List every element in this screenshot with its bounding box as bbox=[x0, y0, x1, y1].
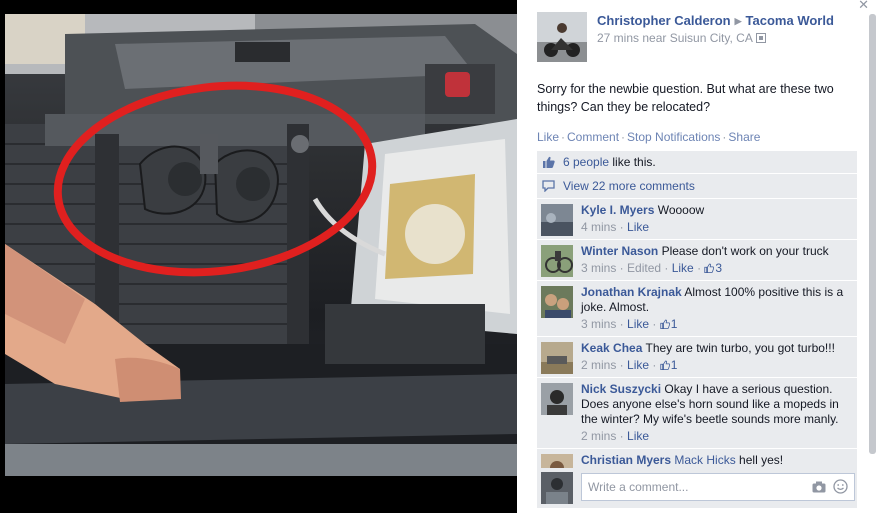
comment-meta: 3 mins · Like · 1 bbox=[581, 317, 678, 331]
comment-likes-count: 1 bbox=[670, 317, 678, 331]
photo-viewer bbox=[0, 0, 517, 513]
likes-count-link[interactable]: 6 people bbox=[563, 155, 609, 169]
like-action[interactable]: Like bbox=[537, 130, 559, 144]
camera-icon[interactable] bbox=[812, 481, 826, 493]
comment-item: Nick Suszycki Okay I have a serious ques… bbox=[537, 378, 857, 449]
comment-item: Kyle I. Myers Woooow 4 mins · Like bbox=[537, 199, 857, 240]
comment-meta: 2 mins · Like · 1 bbox=[581, 358, 678, 372]
comment-like-link[interactable]: Like bbox=[627, 317, 649, 331]
commenter-name[interactable]: Jonathan Krajnak bbox=[581, 285, 682, 299]
view-more-comments-link[interactable]: View 22 more comments bbox=[563, 179, 695, 193]
commenter-avatar[interactable] bbox=[541, 342, 573, 374]
commenter-name[interactable]: Nick Suszycki bbox=[581, 382, 661, 396]
engine-photo-illustration bbox=[5, 14, 517, 476]
comment-likes-count: 3 bbox=[715, 261, 723, 275]
comment-text: Please don't work on your truck bbox=[661, 244, 829, 258]
comment-meta: 3 mins · Edited · Like · 3 bbox=[581, 261, 723, 275]
comment-likes[interactable]: 3 bbox=[704, 261, 722, 275]
comment-time[interactable]: 2 mins bbox=[581, 429, 616, 443]
comment-meta: 4 mins · Like bbox=[581, 220, 650, 234]
post-text: Sorry for the newbie question. But what … bbox=[537, 82, 834, 114]
comment-time[interactable]: 3 mins bbox=[581, 317, 616, 331]
comment-input-box bbox=[581, 473, 855, 501]
comment-likes[interactable]: 1 bbox=[660, 358, 678, 372]
commenter-name[interactable]: Kyle I. Myers bbox=[581, 203, 654, 217]
comments-section: 6 people like this. View 22 more comment… bbox=[537, 151, 857, 471]
comment-meta: 2 mins · Like bbox=[581, 429, 650, 443]
post-photo[interactable] bbox=[5, 14, 517, 476]
post-actions: Like · Comment · Stop Notifications · Share bbox=[537, 130, 761, 144]
emoticon-icon[interactable] bbox=[833, 479, 848, 494]
commenter-avatar[interactable] bbox=[541, 245, 573, 277]
comment-text: hell yes! bbox=[735, 453, 784, 467]
likes-summary: 6 people like this. bbox=[537, 151, 857, 174]
comment-likes-count: 1 bbox=[670, 358, 678, 372]
post-author-line: Christopher Calderon ▶ Tacoma World bbox=[597, 13, 834, 28]
thumbs-up-icon bbox=[704, 263, 715, 273]
comment-time[interactable]: 4 mins bbox=[581, 220, 616, 234]
comment-like-link[interactable]: Like bbox=[672, 261, 694, 275]
likes-suffix: like this. bbox=[609, 155, 656, 169]
share-action[interactable]: Share bbox=[728, 130, 760, 144]
mentioned-user[interactable]: Mack Hicks bbox=[674, 453, 735, 467]
commenter-avatar[interactable] bbox=[541, 383, 573, 415]
comment-time[interactable]: 2 mins bbox=[581, 358, 616, 372]
commenter-avatar[interactable] bbox=[541, 204, 573, 236]
comment-text: They are twin turbo, you got turbo!!! bbox=[645, 341, 835, 355]
commenter-name[interactable]: Christian Myers bbox=[581, 453, 671, 467]
thumbs-up-icon bbox=[660, 319, 670, 329]
author-avatar[interactable] bbox=[537, 12, 587, 62]
comment-text: Woooow bbox=[657, 203, 705, 217]
thumbs-up-icon bbox=[660, 360, 670, 370]
scrollbar-thumb[interactable] bbox=[869, 14, 876, 454]
comment-action[interactable]: Comment bbox=[567, 130, 619, 144]
view-more-comments-row[interactable]: View 22 more comments bbox=[537, 174, 857, 199]
scrollbar[interactable] bbox=[869, 14, 876, 454]
comment-likes[interactable]: 1 bbox=[660, 317, 678, 331]
viewer-avatar[interactable] bbox=[541, 472, 573, 504]
arrow-right-icon: ▶ bbox=[734, 16, 742, 26]
commenter-avatar[interactable] bbox=[541, 286, 573, 318]
comment-like-link[interactable]: Like bbox=[627, 429, 649, 443]
audience-icon[interactable] bbox=[755, 33, 766, 43]
comment-time[interactable]: 3 mins bbox=[581, 261, 616, 275]
comment-edited[interactable]: Edited bbox=[627, 261, 661, 275]
comment-like-link[interactable]: Like bbox=[627, 220, 649, 234]
thumbs-up-icon bbox=[542, 156, 555, 168]
comment-item: Keak Chea They are twin turbo, you got t… bbox=[537, 337, 857, 378]
comment-item: Jonathan Krajnak Almost 100% positive th… bbox=[537, 281, 857, 337]
comment-bubble-icon bbox=[542, 180, 555, 192]
commenter-name[interactable]: Keak Chea bbox=[581, 341, 642, 355]
author-name[interactable]: Christopher Calderon bbox=[597, 13, 731, 28]
comment-input[interactable] bbox=[582, 475, 802, 499]
comment-composer bbox=[537, 468, 857, 508]
comment-item: Winter Nason Please don't work on your t… bbox=[537, 240, 857, 281]
group-name[interactable]: Tacoma World bbox=[746, 13, 834, 28]
post-time-location[interactable]: 27 mins near Suisun City, CA bbox=[597, 31, 753, 45]
post-header: Christopher Calderon ▶ Tacoma World 27 min… bbox=[537, 12, 863, 64]
post-meta: 27 mins near Suisun City, CA bbox=[597, 31, 766, 45]
stop-notifications-action[interactable]: Stop Notifications bbox=[627, 130, 720, 144]
commenter-name[interactable]: Winter Nason bbox=[581, 244, 658, 258]
comment-like-link[interactable]: Like bbox=[627, 358, 649, 372]
